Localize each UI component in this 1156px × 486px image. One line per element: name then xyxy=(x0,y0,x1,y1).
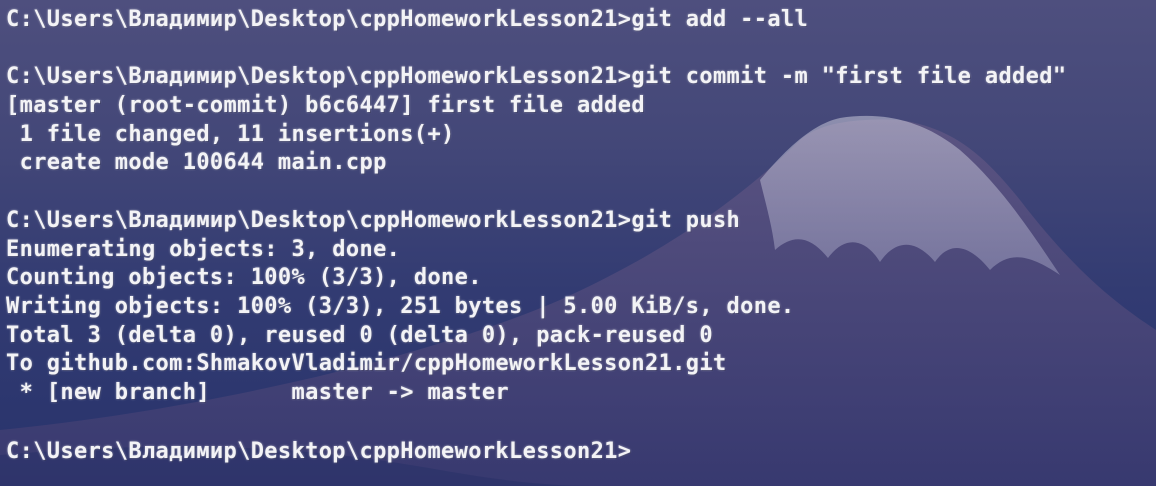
command-line-git-commit: C:\Users\Владимир\Desktop\cppHomeworkLes… xyxy=(6,64,1067,90)
output-line: 1 file changed, 11 insertions(+) xyxy=(6,121,455,147)
output-line: [master (root-commit) b6c6447] first fil… xyxy=(6,93,645,119)
command-line-git-add: C:\Users\Владимир\Desktop\cppHomeworkLes… xyxy=(6,7,809,32)
output-line: Total 3 (delta 0), reused 0 (delta 0), p… xyxy=(6,322,713,348)
prompt-text: C:\Users\Владимир\Desktop\cppHomeworkLes… xyxy=(6,439,632,465)
command-line-git-push: C:\Users\Владимир\Desktop\cppHomeworkLes… xyxy=(6,207,741,233)
output-line: To github.com:ShmakovVladimir/cppHomewor… xyxy=(6,351,727,377)
output-line: Counting objects: 100% (3/3), done. xyxy=(6,265,482,291)
output-line: * [new branch] master -> master xyxy=(6,379,510,405)
terminal-output[interactable]: C:\Users\Владимир\Desktop\cppHomeworkLes… xyxy=(6,6,1066,465)
output-line: Enumerating objects: 3, done. xyxy=(6,236,401,262)
output-line: Writing objects: 100% (3/3), 251 bytes |… xyxy=(6,293,795,319)
prompt-line[interactable]: C:\Users\Владимир\Desktop\cppHomeworkLes… xyxy=(6,436,1066,465)
output-line: create mode 100644 main.cpp xyxy=(6,150,387,176)
